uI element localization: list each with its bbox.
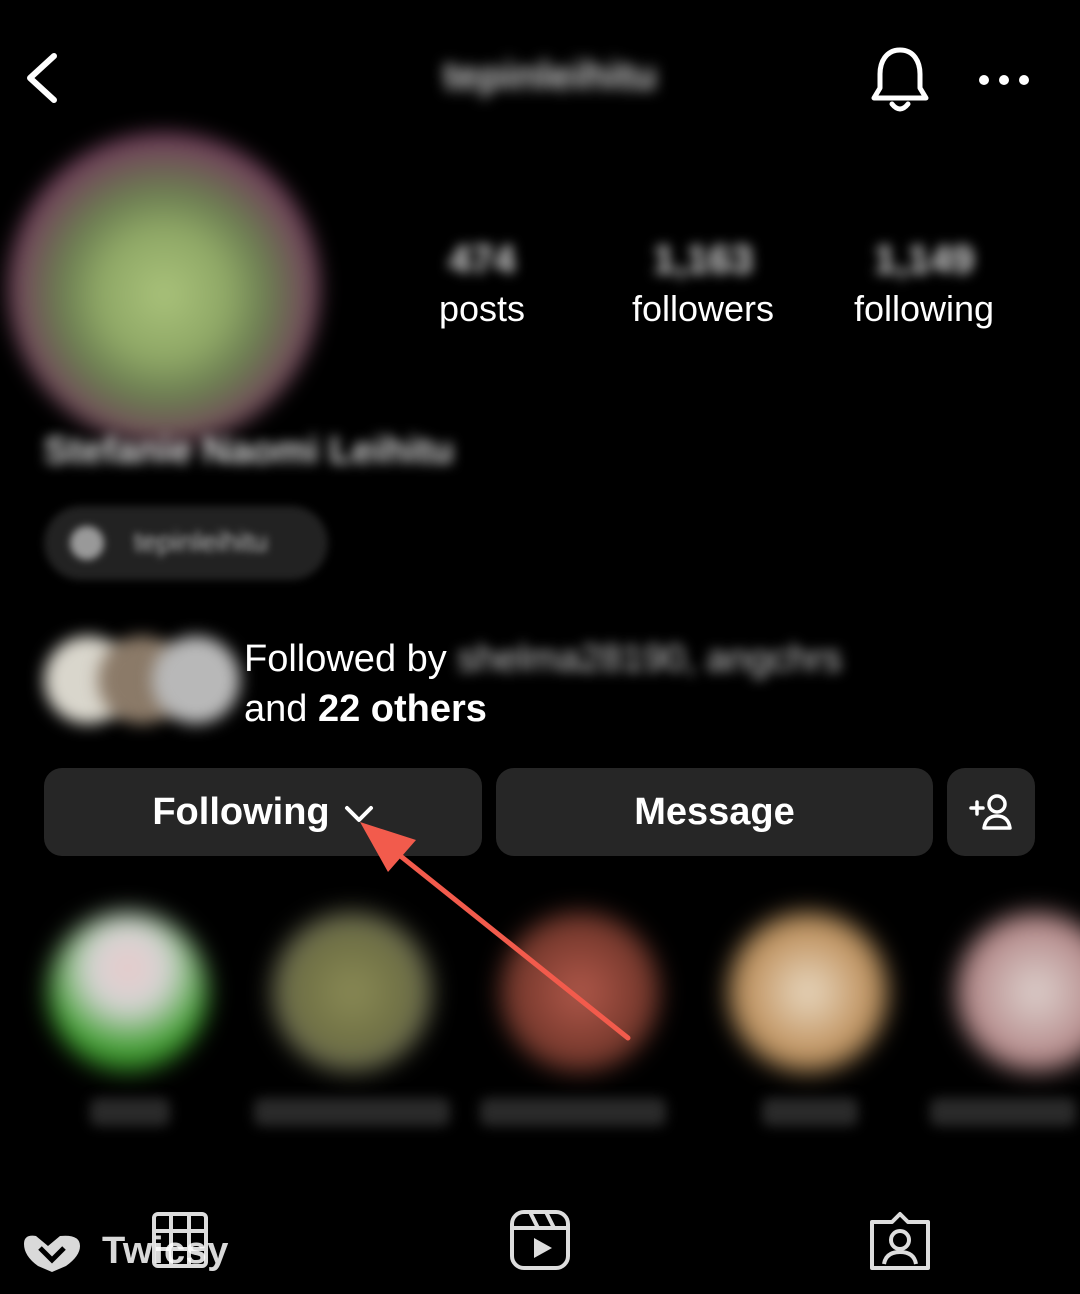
message-button-label: Message [634, 790, 795, 833]
stat-label: followers [631, 288, 775, 329]
tab-reels[interactable] [508, 1208, 572, 1272]
stat-label: following [853, 288, 995, 329]
watermark: Twicsy [18, 1230, 229, 1273]
stat-following[interactable]: 1,149 following [824, 238, 1024, 330]
threads-handle-pill[interactable]: tepinleihitu [44, 506, 328, 580]
tab-tagged[interactable] [868, 1208, 932, 1272]
avatar [152, 636, 240, 724]
chevron-down-icon [344, 791, 374, 834]
full-name: Stefanie Naomi Leihitu [44, 430, 454, 472]
notifications-button[interactable] [868, 44, 932, 116]
followed-by-names: shelma28190, angchrs [457, 638, 842, 680]
reels-icon [510, 1210, 570, 1270]
highlight-item[interactable] [272, 912, 432, 1072]
following-button-label: Following [152, 790, 330, 833]
highlight-item[interactable] [500, 912, 660, 1072]
highlight-label [480, 1098, 666, 1126]
stat-followers[interactable]: 1,163 followers [603, 238, 803, 330]
highlight-label [90, 1098, 170, 1126]
profile-avatar[interactable] [8, 132, 320, 444]
followed-by-text[interactable]: Followed by shelma28190, angchrs and 22 … [244, 634, 1044, 734]
highlight-label [930, 1098, 1076, 1126]
highlight-label [254, 1098, 450, 1126]
followed-by-and: and [244, 688, 308, 730]
more-horizontal-icon [979, 75, 1029, 85]
username-title: tepinleihitu [443, 54, 657, 98]
highlight-item[interactable] [956, 912, 1080, 1072]
watermark-text: Twicsy [102, 1230, 229, 1272]
highlight-label [762, 1098, 858, 1126]
mutual-followers-avatars[interactable] [40, 636, 240, 724]
followed-by-prefix: Followed by [244, 638, 447, 680]
tagged-icon [870, 1212, 930, 1270]
highlight-item[interactable] [48, 912, 208, 1072]
handle-text: tepinleihitu [134, 526, 268, 557]
more-options-button[interactable] [974, 60, 1034, 100]
stat-value: 1,149 [873, 238, 975, 282]
chevron-left-icon [27, 53, 57, 103]
highlight-item[interactable] [728, 912, 888, 1072]
add-user-icon [969, 794, 1012, 830]
bell-icon [871, 47, 929, 112]
threads-icon [70, 526, 104, 560]
stat-label: posts [438, 288, 526, 329]
stat-value: 474 [448, 238, 516, 282]
stat-value: 1,163 [652, 238, 754, 282]
message-button[interactable]: Message [496, 768, 933, 856]
twicsy-logo-icon [24, 1235, 80, 1272]
stat-posts[interactable]: 474 posts [382, 238, 582, 330]
suggested-users-button[interactable] [947, 768, 1035, 856]
following-button[interactable]: Following [44, 768, 482, 856]
back-button[interactable] [20, 48, 70, 108]
followed-by-count: 22 others [317, 688, 487, 730]
